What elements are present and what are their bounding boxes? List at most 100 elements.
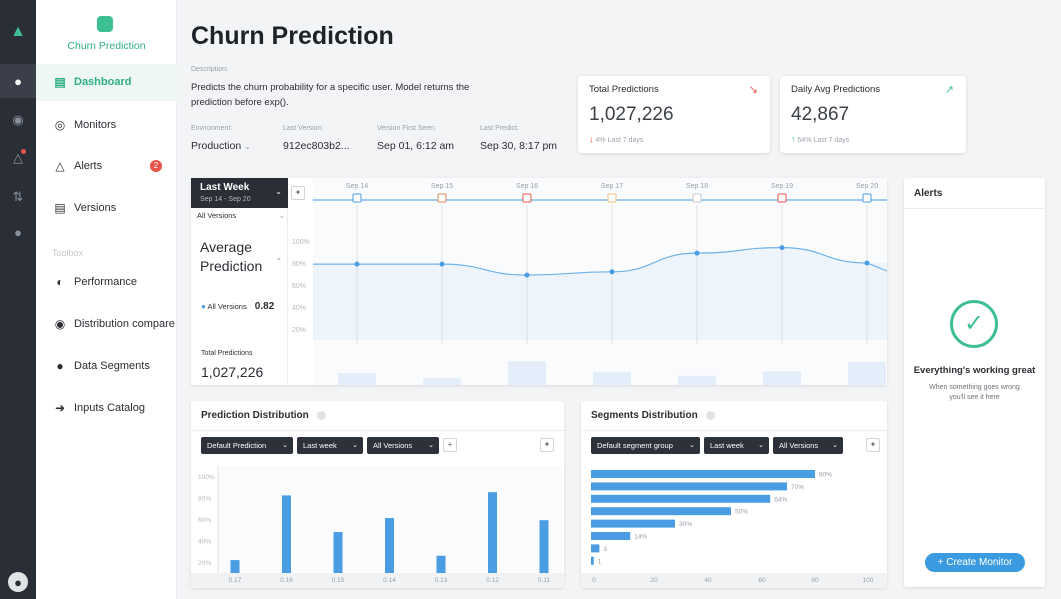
- bar: [591, 519, 675, 528]
- alerts-status: Everything's working great: [913, 365, 1036, 376]
- kpi-change-value: 54%: [797, 137, 812, 144]
- y-tick-label: 80%: [292, 261, 306, 268]
- tool-performance[interactable]: ◐ Performance: [52, 272, 137, 292]
- section-title-text: Segments Distribution: [591, 410, 698, 421]
- data-point: [864, 260, 870, 266]
- segment-group-select[interactable]: Default segment group ⌄: [591, 437, 700, 454]
- alerts-rail-icon[interactable]: △: [8, 148, 28, 168]
- versions-select[interactable]: All Versions ⌄: [367, 437, 439, 454]
- period-selector[interactable]: Last Week Sep 14 - Sep 20 ⌄: [191, 178, 288, 208]
- x-tick-label: 0: [592, 577, 596, 584]
- version-filter-value: All Versions: [197, 211, 237, 220]
- bar: [385, 518, 394, 573]
- period-select[interactable]: Last week ⌄: [297, 437, 363, 454]
- icon-rail: ▲ ● ◉ △ ⇅ ● ●: [0, 0, 36, 599]
- users-rail-icon[interactable]: ●: [8, 222, 28, 242]
- x-axis-band: [581, 573, 887, 588]
- alerts-count-badge: 2: [150, 160, 162, 172]
- x-tick-label: Sep 14: [346, 183, 368, 190]
- volume-bar: [763, 371, 801, 385]
- kpi-total-predictions[interactable]: Total Predictions ↘ 1,027,226 ↓ 4% Last …: [578, 76, 770, 153]
- chevron-down-icon: ⌄: [758, 442, 764, 449]
- environment-label: Environment:: [191, 125, 233, 132]
- data-point: [779, 245, 785, 251]
- versions-select[interactable]: All Versions ⌄: [773, 437, 843, 454]
- add-filter-button[interactable]: +: [443, 438, 457, 452]
- series-legend: ● All Versions 0.82: [201, 301, 274, 312]
- model-icon: [97, 16, 113, 32]
- bar: [539, 520, 549, 573]
- data-point: [354, 261, 360, 267]
- first-seen-label: Version First Seen:: [377, 125, 437, 132]
- total-predictions-value: 1,027,226: [201, 364, 264, 380]
- logo-icon[interactable]: ▲: [8, 22, 28, 42]
- create-monitor-button[interactable]: + Create Monitor: [925, 553, 1025, 572]
- tool-label: Performance: [74, 276, 137, 288]
- x-tick-label: 20: [650, 577, 658, 584]
- volume-bar: [848, 361, 886, 385]
- bar-chart-icon: ▤: [54, 75, 66, 89]
- timeline-chart[interactable]: 100% 80% 60% 40% 20% Sep 14 Sep 15 Sep 16 Sep 17…: [288, 178, 887, 385]
- prediction-distribution-chart: 100% 80% 60% 40% 20% 0.17 0.16 0.15 0.14 0.13 0.12…: [191, 466, 564, 588]
- avatar[interactable]: ●: [8, 572, 28, 592]
- day-status-marker: [607, 193, 617, 203]
- sidebar-item-dashboard[interactable]: ▤ Dashboard: [52, 72, 131, 92]
- bar: [591, 556, 594, 565]
- y-tick-label: 40%: [292, 305, 306, 312]
- x-tick-label: 100: [863, 577, 874, 584]
- metric-selector[interactable]: Average Prediction ⌄: [200, 238, 282, 276]
- x-tick-label: 60: [758, 577, 766, 584]
- divider: [191, 430, 564, 431]
- day-status-marker: [352, 193, 362, 203]
- chevron-down-icon: ⌄: [278, 211, 285, 220]
- tool-data-segments[interactable]: ● Data Segments: [52, 356, 149, 376]
- tool-inputs-catalog[interactable]: ➜ Inputs Catalog: [52, 398, 145, 418]
- bar-value-label: 30%: [679, 521, 692, 528]
- arrow-up-icon: ↑: [791, 134, 796, 144]
- period-select[interactable]: Last week ⌄: [704, 437, 769, 454]
- bar: [591, 532, 631, 540]
- bar-value-label: 80%: [819, 472, 832, 479]
- kpi-change-value: 4%: [595, 137, 606, 144]
- period-label: Last Week: [200, 182, 250, 193]
- monitors-rail-icon[interactable]: ◉: [8, 110, 28, 130]
- dropdown-value: Default segment group: [597, 441, 673, 450]
- version-filter[interactable]: All Versions ⌄: [197, 211, 285, 220]
- sidebar-item-label: Alerts: [74, 160, 103, 172]
- trend-up-icon: ↗: [944, 84, 954, 96]
- bar-value-label: 14%: [634, 534, 647, 541]
- brand[interactable]: Churn Prediction: [36, 0, 177, 62]
- x-tick-label: 0.13: [435, 577, 448, 584]
- x-tick-label: 0.14: [383, 577, 396, 584]
- x-tick-label: Sep 15: [431, 183, 453, 190]
- pin-button[interactable]: ✦: [540, 438, 554, 452]
- environment-select[interactable]: Production ⌄: [191, 140, 251, 152]
- pin-button[interactable]: ✦: [866, 438, 880, 452]
- y-tick-label: 20%: [292, 327, 306, 334]
- sidebar-item-monitors[interactable]: ◎ Monitors: [52, 115, 116, 135]
- model-description: Predicts the churn probability for a spe…: [191, 82, 470, 108]
- tool-distribution-compare[interactable]: ◉ Distribution compare: [52, 314, 175, 334]
- kpi-daily-avg[interactable]: Daily Avg Predictions ↗ 42,867 ↑ 54% Las…: [780, 76, 966, 153]
- models-icon[interactable]: ●: [8, 71, 28, 91]
- prediction-select[interactable]: Default Prediction ⌄: [201, 437, 293, 454]
- magnifier-icon: ◉: [54, 317, 66, 331]
- prediction-distribution-title: Prediction Distribution: [201, 410, 326, 421]
- dropdown-value: Last week: [710, 441, 744, 450]
- day-status-marker: [692, 193, 702, 203]
- chevron-down-icon: ⌄: [428, 442, 434, 449]
- data-point: [524, 272, 530, 278]
- section-title-text: Prediction Distribution: [201, 410, 309, 421]
- x-tick-label: 0.17: [229, 577, 242, 584]
- x-tick-label: Sep 19: [771, 183, 793, 190]
- chevron-down-icon: ⌄: [689, 442, 695, 449]
- integrations-rail-icon[interactable]: ⇅: [8, 187, 28, 207]
- chevron-down-icon: ⌄: [244, 142, 251, 151]
- last-predict-value: Sep 30, 8:17 pm: [480, 140, 558, 152]
- sidebar-item-versions[interactable]: ▤ Versions: [52, 198, 116, 218]
- toolbox-heading: Toolbox: [52, 248, 84, 258]
- check-circle-icon: ✓: [950, 300, 998, 348]
- bar: [230, 560, 240, 573]
- sidebar-item-alerts[interactable]: △ Alerts: [52, 156, 102, 176]
- day-status-marker: [862, 193, 872, 203]
